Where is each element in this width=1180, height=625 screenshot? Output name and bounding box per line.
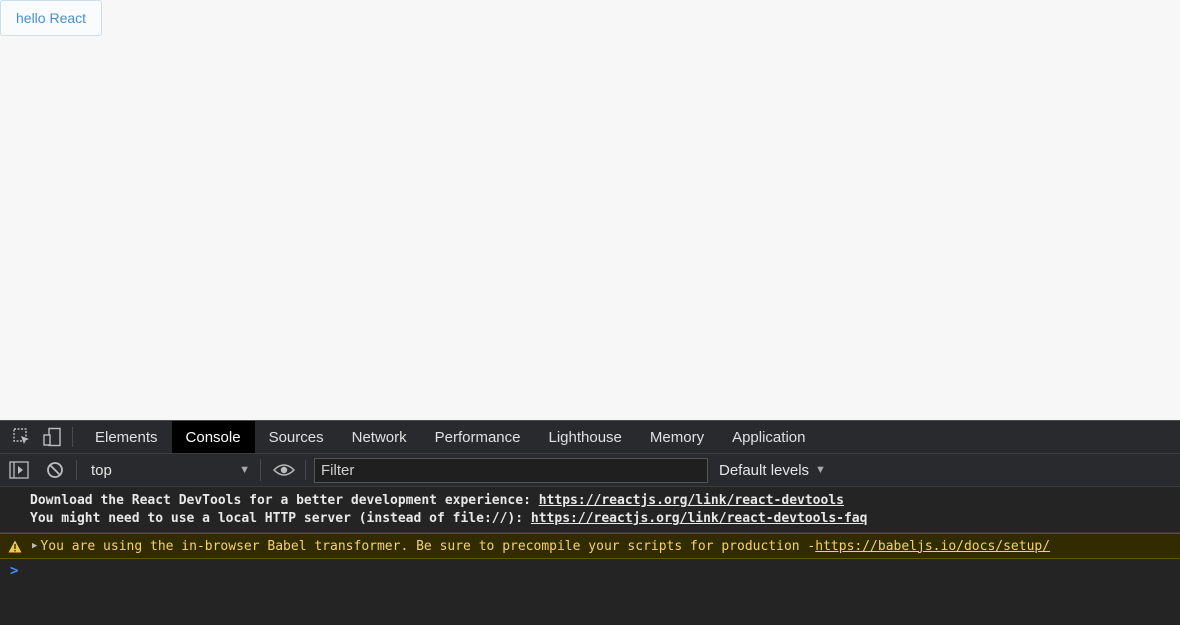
log-text: You might need to use a local HTTP serve… [30, 511, 531, 526]
tab-sources[interactable]: Sources [255, 421, 338, 453]
sidebar-toggle-icon[interactable] [8, 459, 30, 481]
clear-console-icon[interactable] [44, 459, 66, 481]
context-value: top [91, 461, 112, 479]
tool-icons [0, 427, 73, 447]
warning-link[interactable]: https://babeljs.io/docs/setup/ [815, 539, 1050, 554]
expand-triangle-icon[interactable]: ▶ [32, 541, 37, 551]
console-output: Download the React DevTools for a better… [0, 487, 1180, 579]
inspect-element-icon[interactable] [12, 427, 32, 447]
devtools-panel: Elements Console Sources Network Perform… [0, 420, 1180, 625]
hello-react-button[interactable]: hello React [0, 0, 103, 36]
log-link[interactable]: https://reactjs.org/link/react-devtools-… [531, 511, 868, 526]
devtools-tabs: Elements Console Sources Network Perform… [73, 421, 819, 453]
warning-icon [8, 539, 22, 553]
tab-memory[interactable]: Memory [636, 421, 718, 453]
chevron-down-icon: ▼ [815, 464, 826, 476]
tab-performance[interactable]: Performance [421, 421, 535, 453]
tab-elements[interactable]: Elements [81, 421, 172, 453]
tab-console[interactable]: Console [171, 421, 255, 453]
log-line: You might need to use a local HTTP serve… [30, 510, 1180, 528]
console-prompt[interactable]: > [0, 559, 1180, 579]
log-link[interactable]: https://reactjs.org/link/react-devtools [539, 493, 844, 508]
warning-text: You are using the in-browser Babel trans… [40, 538, 816, 554]
log-text: Download the React DevTools for a better… [30, 493, 539, 508]
context-selector[interactable]: top ▼ [91, 459, 261, 481]
tab-lighthouse[interactable]: Lighthouse [535, 421, 636, 453]
console-toolbar: top ▼ Default levels ▼ [0, 454, 1180, 487]
log-line: Download the React DevTools for a better… [30, 492, 1180, 510]
eye-icon[interactable] [273, 459, 295, 481]
levels-label: Default levels [719, 461, 810, 479]
console-message: Download the React DevTools for a better… [0, 487, 1180, 533]
tab-application[interactable]: Application [718, 421, 819, 453]
tab-network[interactable]: Network [338, 421, 421, 453]
default-levels-dropdown[interactable]: Default levels ▼ [719, 462, 826, 479]
device-toolbar-icon[interactable] [42, 427, 62, 447]
prompt-chevron-icon: > [10, 563, 19, 579]
filter-input[interactable] [314, 457, 708, 483]
console-warning: ▶ You are using the in-browser Babel tra… [0, 533, 1180, 559]
devtools-tabbar: Elements Console Sources Network Perform… [0, 420, 1180, 454]
page-content: hello React [0, 0, 1180, 420]
toolbar-divider [76, 460, 77, 480]
chevron-down-icon: ▼ [239, 464, 250, 476]
toolbar-divider [305, 460, 306, 480]
